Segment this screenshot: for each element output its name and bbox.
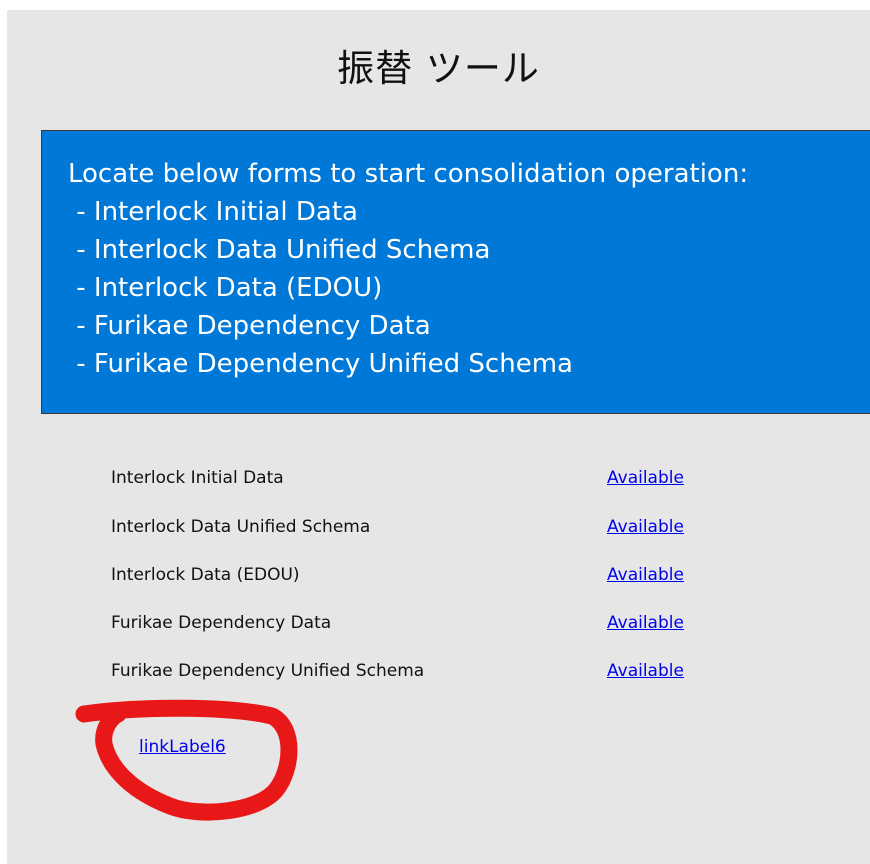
form-row: Interlock Data Unified Schema Available	[7, 517, 870, 543]
form-status-link[interactable]: Available	[607, 517, 684, 537]
window-title: 振替 ツール	[337, 47, 540, 90]
tool-window: 振替 ツール Locate below forms to start conso…	[7, 10, 870, 864]
form-label: Interlock Initial Data	[111, 468, 284, 488]
form-row: Interlock Initial Data Available	[7, 468, 870, 494]
form-status-link[interactable]: Available	[607, 565, 684, 585]
form-label: Furikae Dependency Data	[111, 613, 332, 633]
form-status-link[interactable]: Available	[607, 468, 684, 488]
form-row: Furikae Dependency Unified Schema Availa…	[7, 661, 870, 687]
instructions-panel: Locate below forms to start consolidatio…	[41, 130, 870, 414]
form-label: Furikae Dependency Unified Schema	[111, 661, 425, 681]
form-status-link[interactable]: Available	[607, 661, 684, 681]
form-row: Furikae Dependency Data Available	[7, 613, 870, 639]
link-label-6[interactable]: linkLabel6	[139, 737, 226, 757]
form-status-link[interactable]: Available	[607, 613, 684, 633]
form-label: Interlock Data (EDOU)	[111, 565, 300, 585]
instructions-text: Locate below forms to start consolidatio…	[68, 159, 749, 379]
form-label: Interlock Data Unified Schema	[111, 517, 371, 537]
form-row: Interlock Data (EDOU) Available	[7, 565, 870, 591]
